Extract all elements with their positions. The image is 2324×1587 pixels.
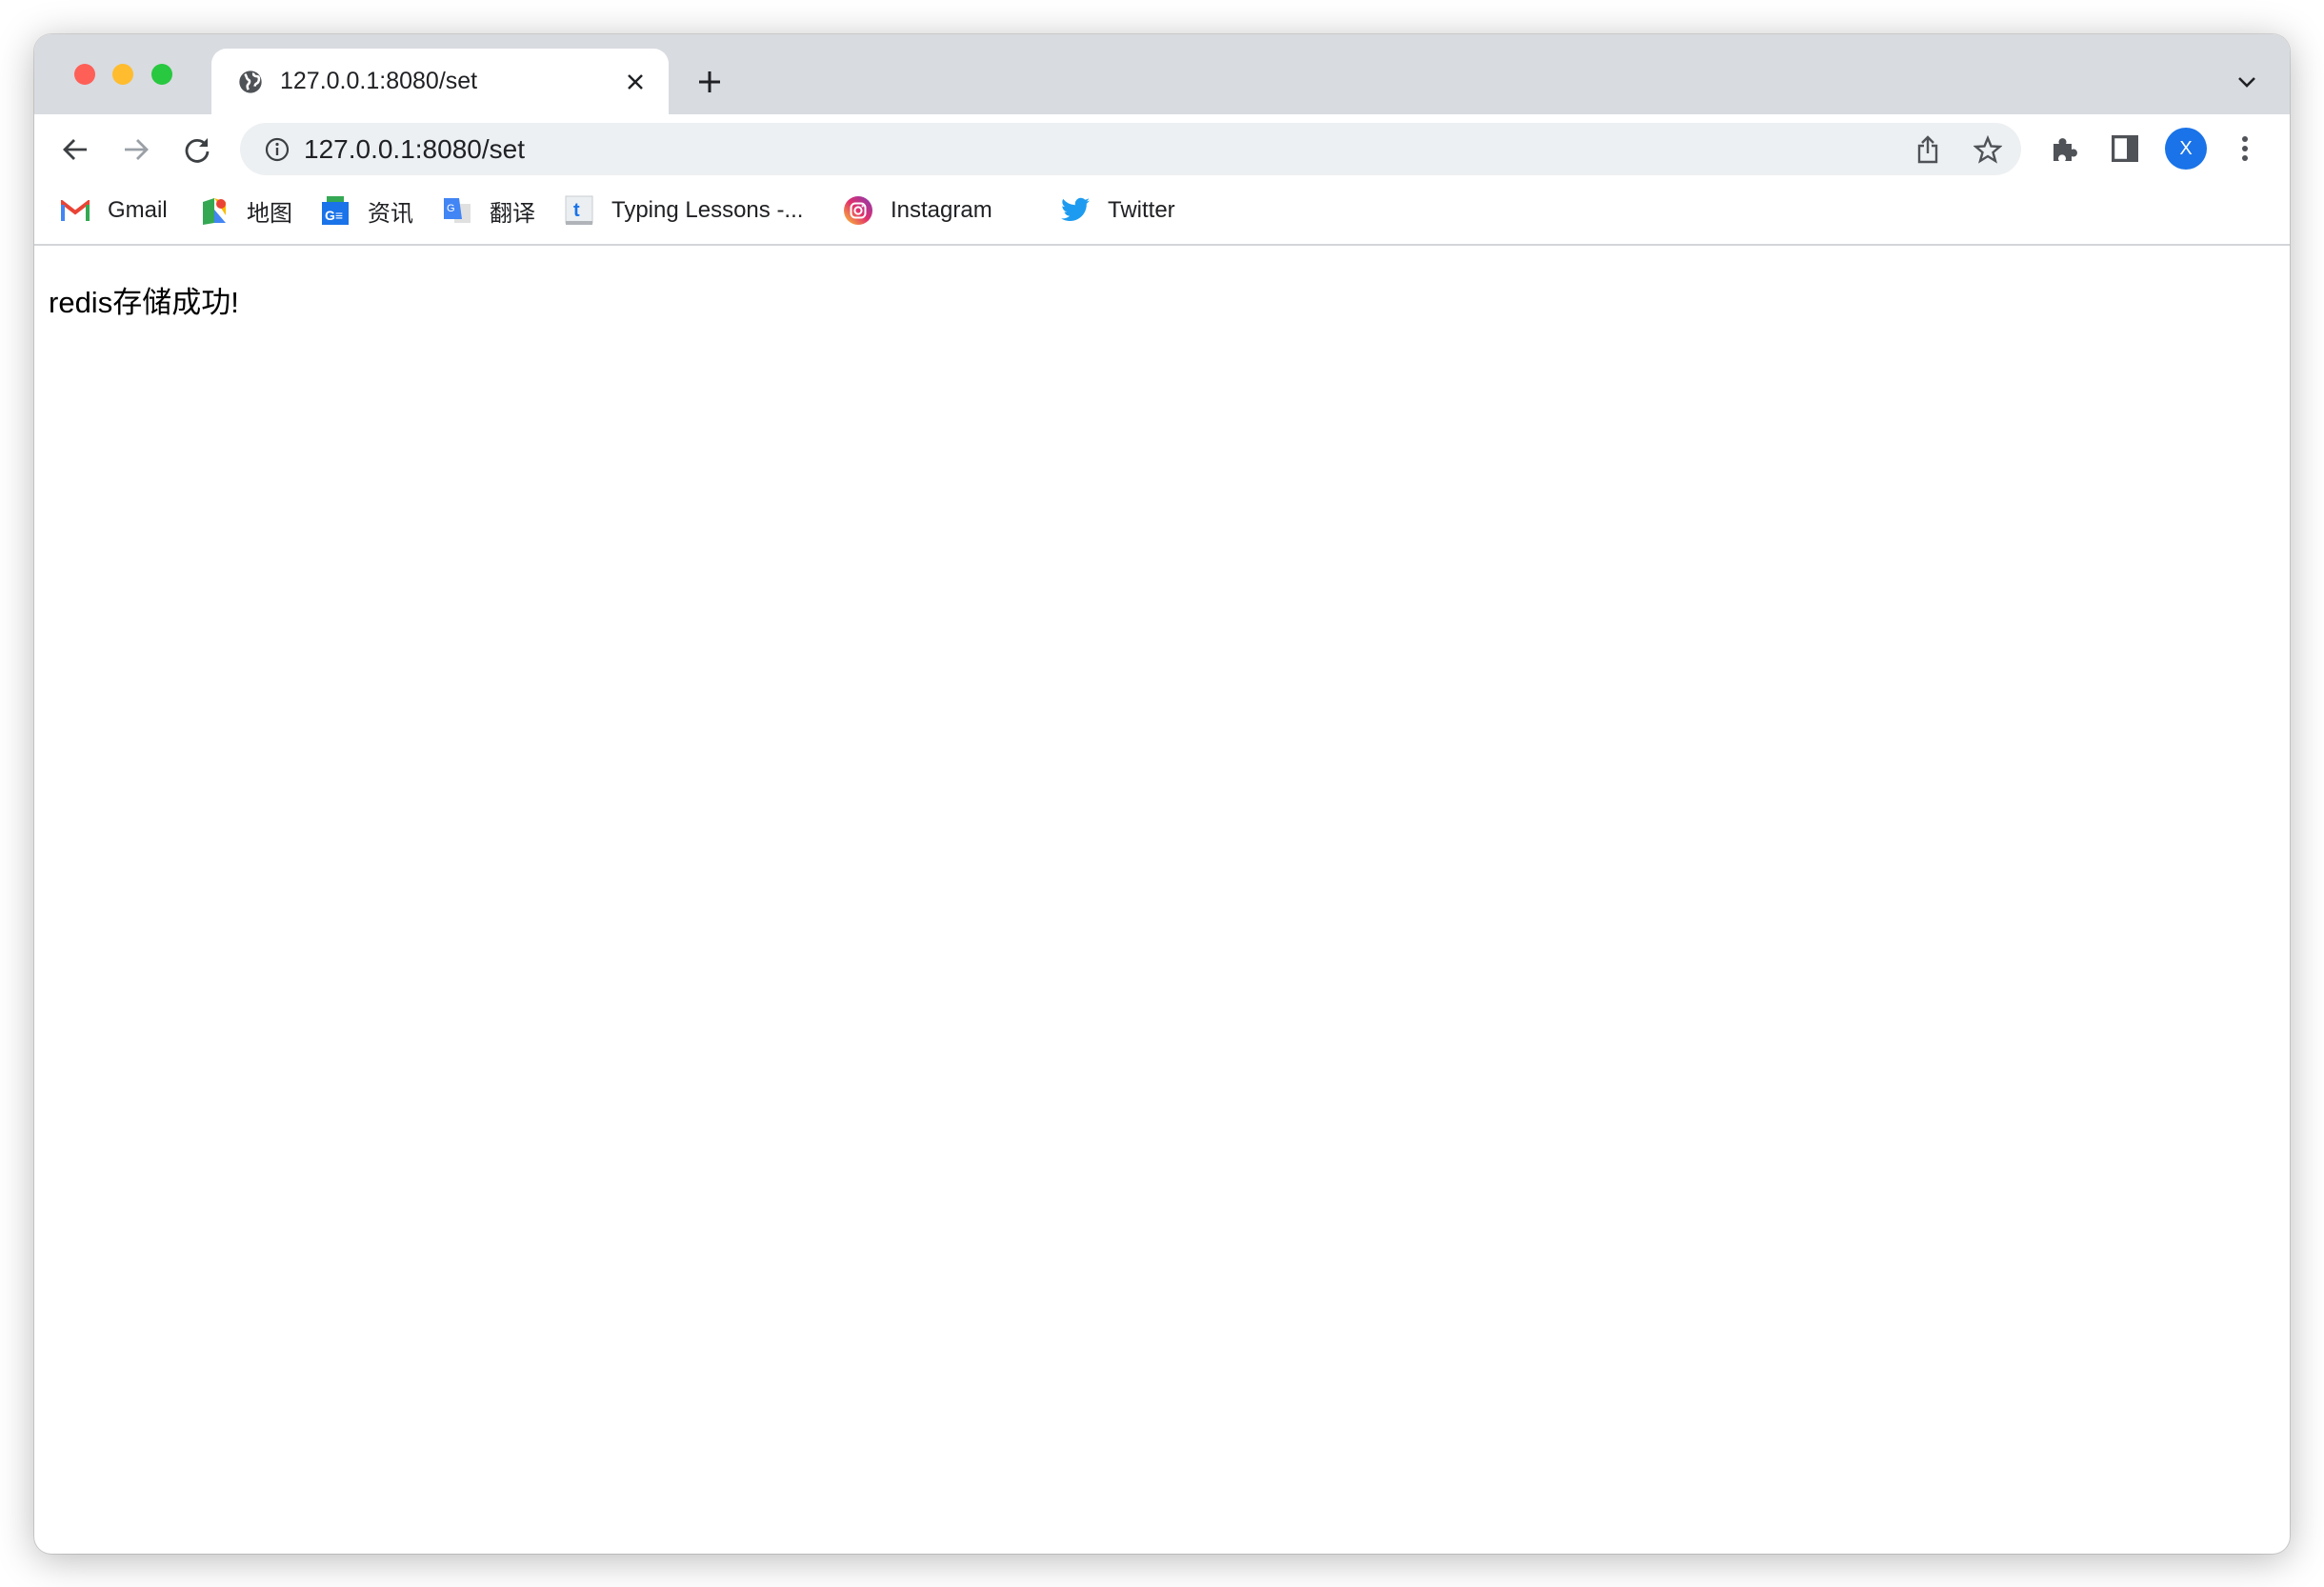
bookmark-star-icon[interactable] [1972, 133, 2004, 166]
reload-button[interactable] [181, 133, 213, 166]
bookmark-label: 翻译 [490, 200, 535, 227]
bookmark-gmail[interactable]: Gmail [60, 194, 168, 227]
extensions-puzzle-icon[interactable] [2048, 131, 2082, 166]
address-bar[interactable]: 127.0.0.1:8080/set [240, 123, 2021, 175]
tab-close-icon[interactable] [623, 70, 648, 94]
bookmark-translate[interactable]: G 翻译 [442, 194, 535, 227]
bookmark-label: 地图 [247, 200, 292, 227]
page-content: redis存储成功! [34, 246, 2290, 1554]
gmail-icon [60, 195, 90, 226]
window-minimize-button[interactable] [112, 64, 133, 85]
maps-icon [199, 195, 230, 226]
svg-text:G: G [447, 203, 455, 214]
bookmark-label: 资讯 [368, 200, 413, 227]
share-icon[interactable] [1912, 133, 1944, 166]
tab-active[interactable]: 127.0.0.1:8080/set [211, 49, 669, 114]
bookmark-label: Typing Lessons -... [611, 197, 804, 223]
news-icon: G≡ [320, 195, 351, 226]
bookmark-label: Gmail [108, 197, 168, 223]
bookmark-label: Instagram [891, 197, 992, 223]
bookmark-instagram[interactable]: Instagram [843, 194, 992, 227]
new-tab-button[interactable] [694, 67, 725, 97]
twitter-icon [1060, 195, 1091, 226]
bookmark-maps[interactable]: 地图 [199, 194, 292, 227]
svg-text:G≡: G≡ [325, 208, 343, 223]
bookmark-news[interactable]: G≡ 资讯 [320, 194, 413, 227]
bookmark-typing-lessons[interactable]: t Typing Lessons -... [564, 194, 803, 227]
bookmarks-bar: Gmail 地图 G≡ 资讯 G 翻译 t Typing Lessons -..… [34, 181, 2290, 246]
svg-text:t: t [573, 200, 580, 221]
tab-title: 127.0.0.1:8080/set [280, 68, 478, 94]
tab-search-chevron-down-icon[interactable] [2232, 69, 2262, 95]
back-button[interactable] [59, 133, 91, 166]
translate-icon: G [442, 195, 472, 226]
window-close-button[interactable] [74, 64, 95, 85]
site-info-icon[interactable] [263, 135, 291, 164]
forward-button[interactable] [120, 133, 152, 166]
instagram-icon [843, 195, 873, 226]
bookmark-label: Twitter [1108, 197, 1175, 223]
avatar-letter: X [2179, 137, 2193, 159]
side-panel-icon[interactable] [2108, 131, 2142, 166]
toolbar: 127.0.0.1:8080/set X [34, 114, 2290, 181]
typing-icon: t [564, 195, 594, 226]
profile-avatar[interactable]: X [2165, 128, 2207, 170]
globe-icon [236, 68, 265, 96]
menu-kebab-icon[interactable] [2230, 131, 2260, 166]
url-text[interactable]: 127.0.0.1:8080/set [304, 134, 525, 165]
window-zoom-button[interactable] [151, 64, 172, 85]
browser-window: 127.0.0.1:8080/set 127.0.0.1:8080/set X … [34, 34, 2290, 1554]
tab-strip: 127.0.0.1:8080/set [34, 34, 2290, 114]
bookmark-twitter[interactable]: Twitter [1060, 194, 1175, 227]
success-message: redis存储成功! [49, 286, 239, 319]
